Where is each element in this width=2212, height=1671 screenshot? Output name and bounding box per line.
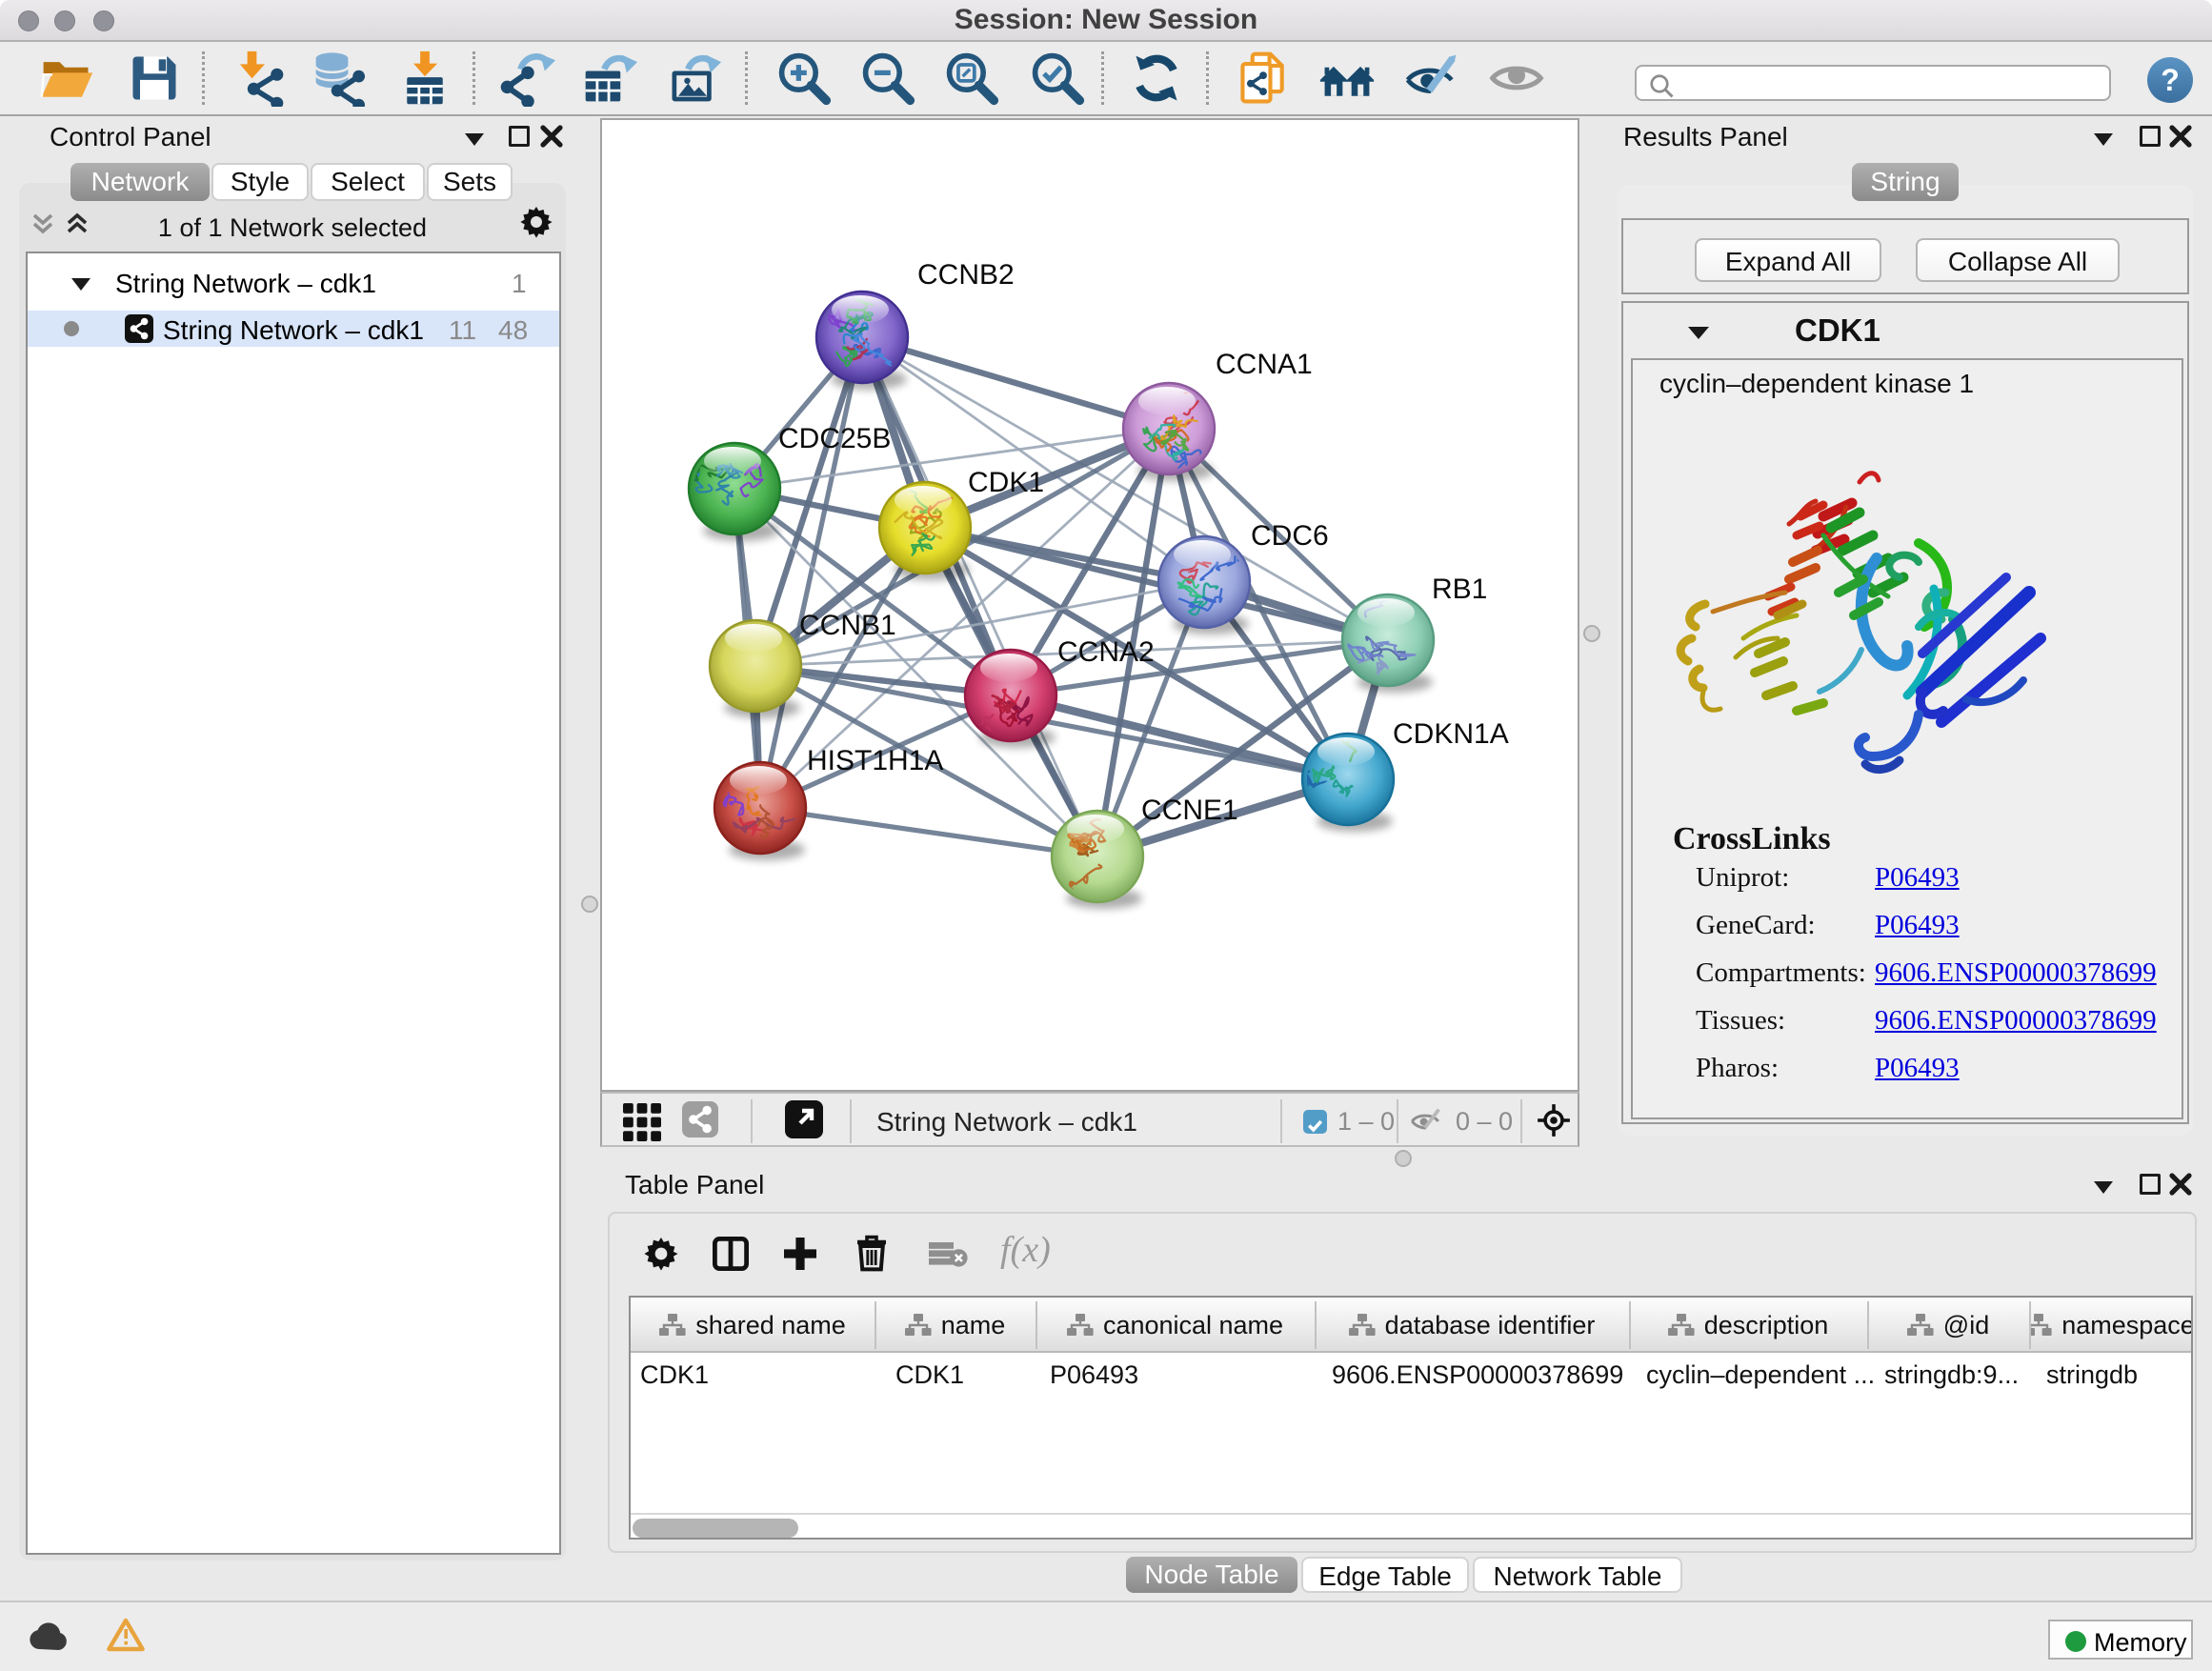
svg-text:RB1: RB1 — [1432, 574, 1487, 605]
svg-text:CCNA1: CCNA1 — [1216, 349, 1313, 380]
svg-text:CDK1: CDK1 — [968, 467, 1044, 498]
svg-text:CCNA2: CCNA2 — [1057, 636, 1155, 668]
svg-text:CDC25B: CDC25B — [778, 423, 891, 454]
svg-text:CDC6: CDC6 — [1251, 520, 1329, 552]
svg-text:CCNB2: CCNB2 — [917, 259, 1015, 291]
svg-text:CCNE1: CCNE1 — [1141, 795, 1238, 826]
svg-text:CCNB1: CCNB1 — [799, 610, 896, 641]
svg-text:CDKN1A: CDKN1A — [1393, 718, 1509, 750]
svg-text:HIST1H1A: HIST1H1A — [807, 745, 943, 776]
